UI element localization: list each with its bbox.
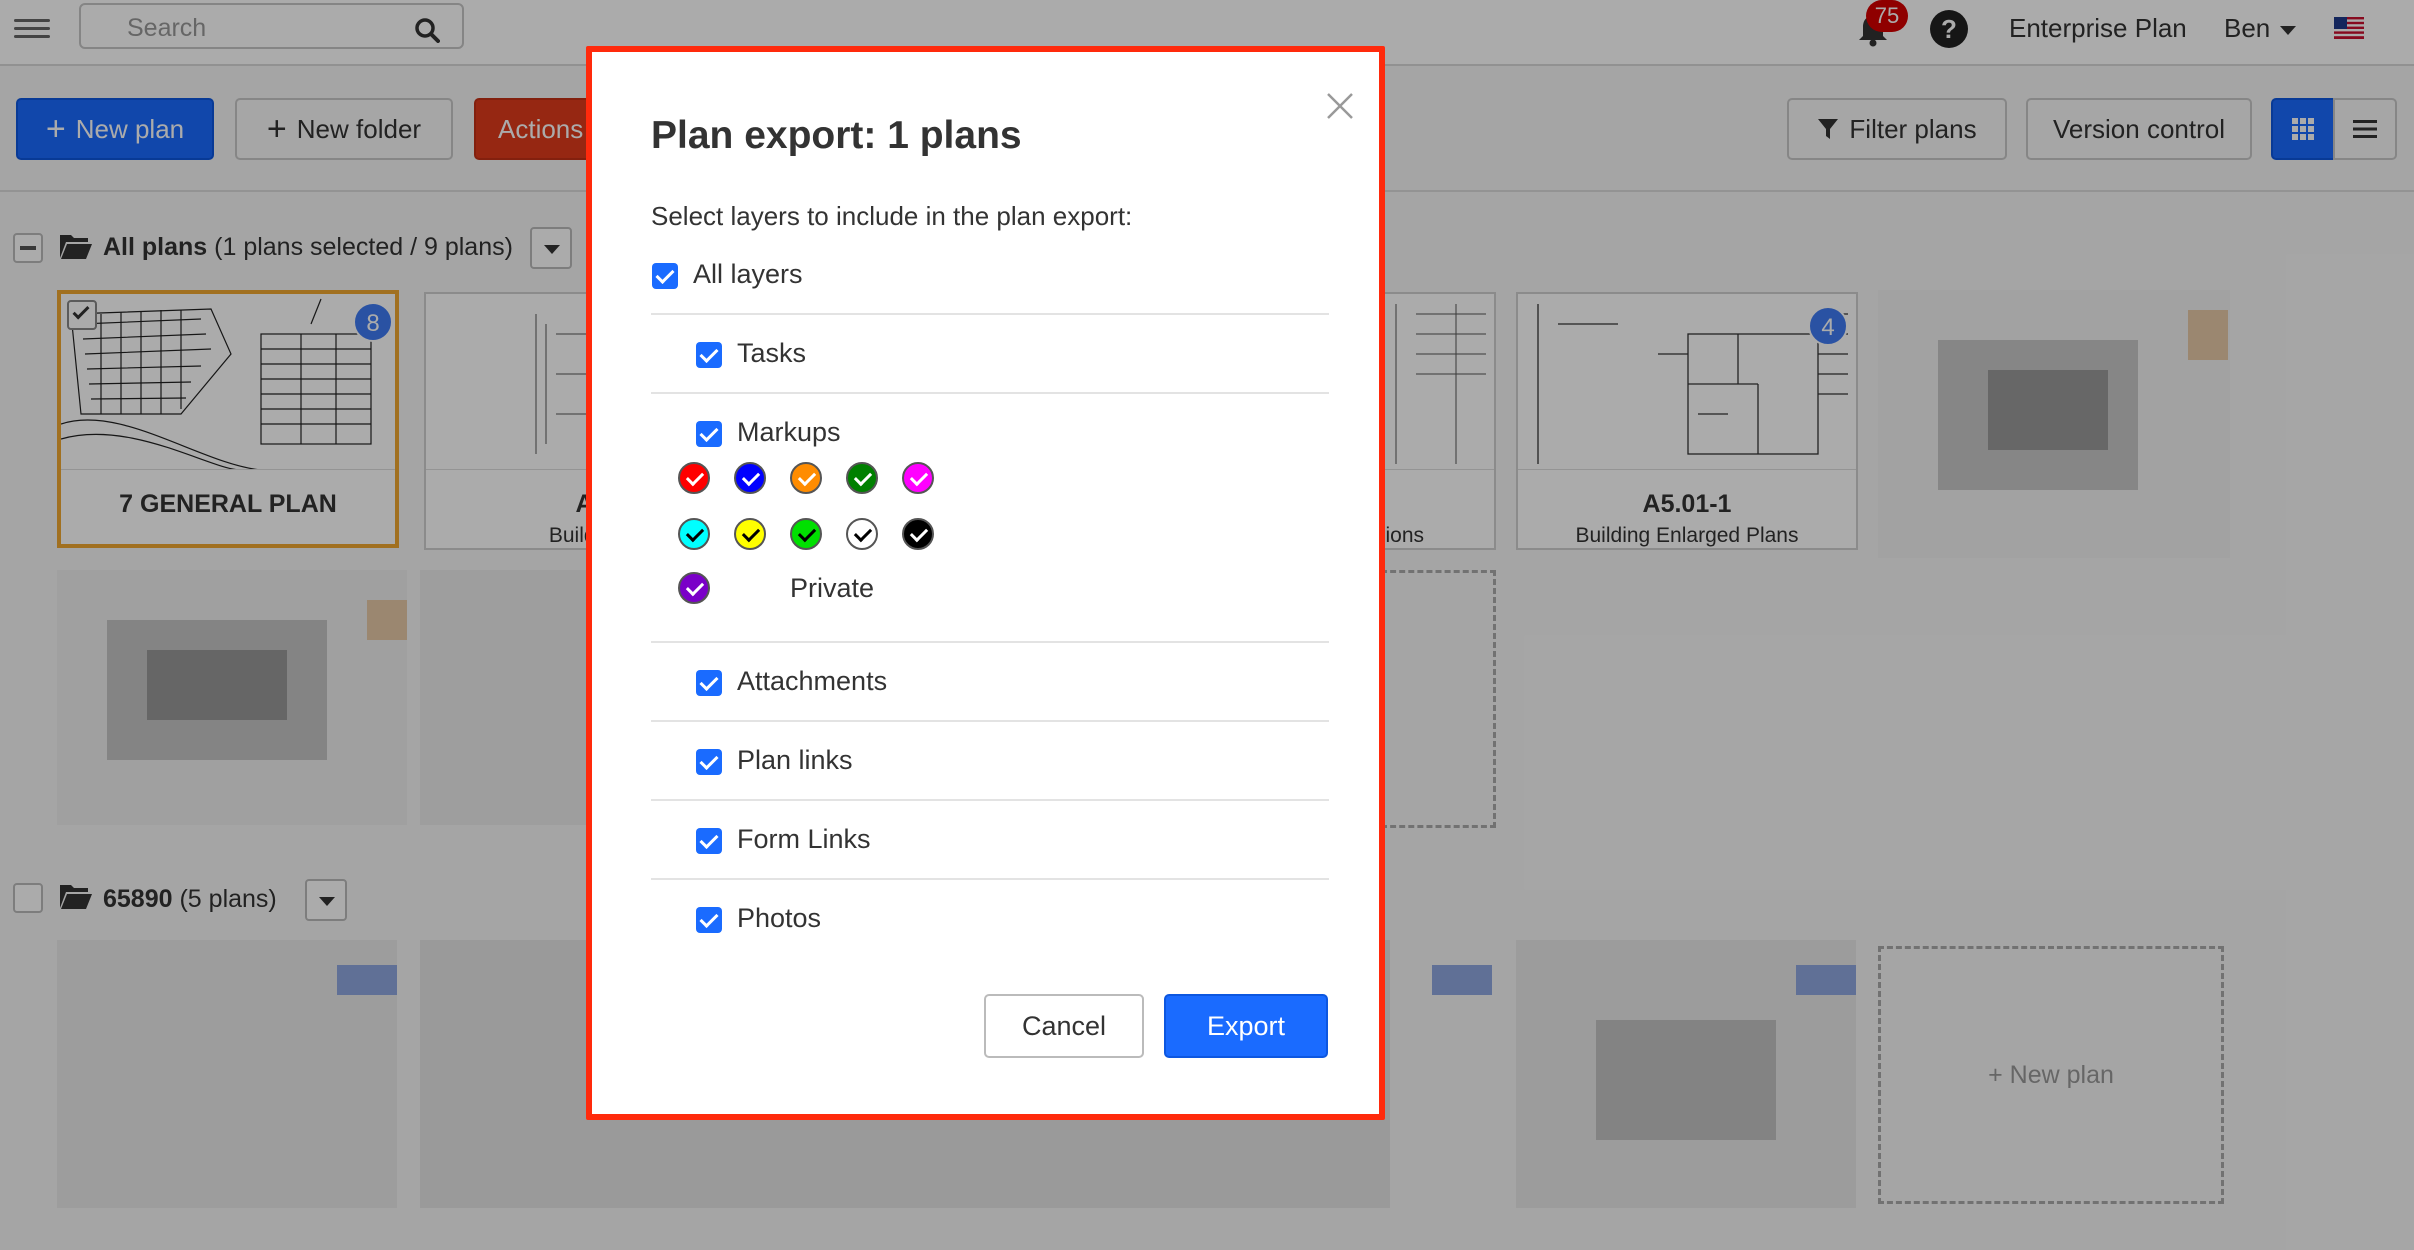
divider [651, 313, 1329, 315]
tasks-label[interactable]: Tasks [737, 338, 806, 369]
all-layers-label[interactable]: All layers [693, 259, 803, 290]
markup-color-toggle[interactable] [846, 518, 878, 550]
markup-color-toggle[interactable] [790, 462, 822, 494]
dialog-title: Plan export: 1 plans [651, 114, 1022, 157]
divider [651, 799, 1329, 801]
markup-color-toggle[interactable] [902, 462, 934, 494]
plan-links-label[interactable]: Plan links [737, 745, 853, 776]
private-label: Private [790, 573, 875, 603]
markup-color-toggle[interactable] [678, 462, 710, 494]
divider [651, 878, 1329, 880]
export-button[interactable]: Export [1164, 994, 1328, 1058]
markup-color-toggle[interactable] [734, 462, 766, 494]
photos-label[interactable]: Photos [737, 903, 821, 934]
tasks-checkbox[interactable] [696, 342, 722, 368]
close-icon[interactable] [1324, 90, 1356, 122]
attachments-checkbox[interactable] [696, 670, 722, 696]
markup-color-toggle[interactable] [790, 518, 822, 550]
cancel-button[interactable]: Cancel [984, 994, 1144, 1058]
markup-color-toggle[interactable] [902, 518, 934, 550]
plan-links-checkbox[interactable] [696, 749, 722, 775]
markup-color-toggle[interactable] [734, 518, 766, 550]
markups-checkbox[interactable] [696, 421, 722, 447]
divider [651, 392, 1329, 394]
markup-color-toggle[interactable] [678, 518, 710, 550]
all-layers-checkbox[interactable] [652, 263, 678, 289]
divider [651, 720, 1329, 722]
markups-label[interactable]: Markups [737, 417, 841, 448]
plan-export-dialog: Plan export: 1 plans Select layers to in… [586, 46, 1385, 1120]
photos-checkbox[interactable] [696, 907, 722, 933]
attachments-label[interactable]: Attachments [737, 666, 887, 697]
private-markup-toggle[interactable] [678, 572, 710, 604]
form-links-checkbox[interactable] [696, 828, 722, 854]
dialog-subtitle: Select layers to include in the plan exp… [651, 201, 1133, 231]
form-links-label[interactable]: Form Links [737, 824, 871, 855]
divider [651, 641, 1329, 643]
markup-color-toggle[interactable] [846, 462, 878, 494]
